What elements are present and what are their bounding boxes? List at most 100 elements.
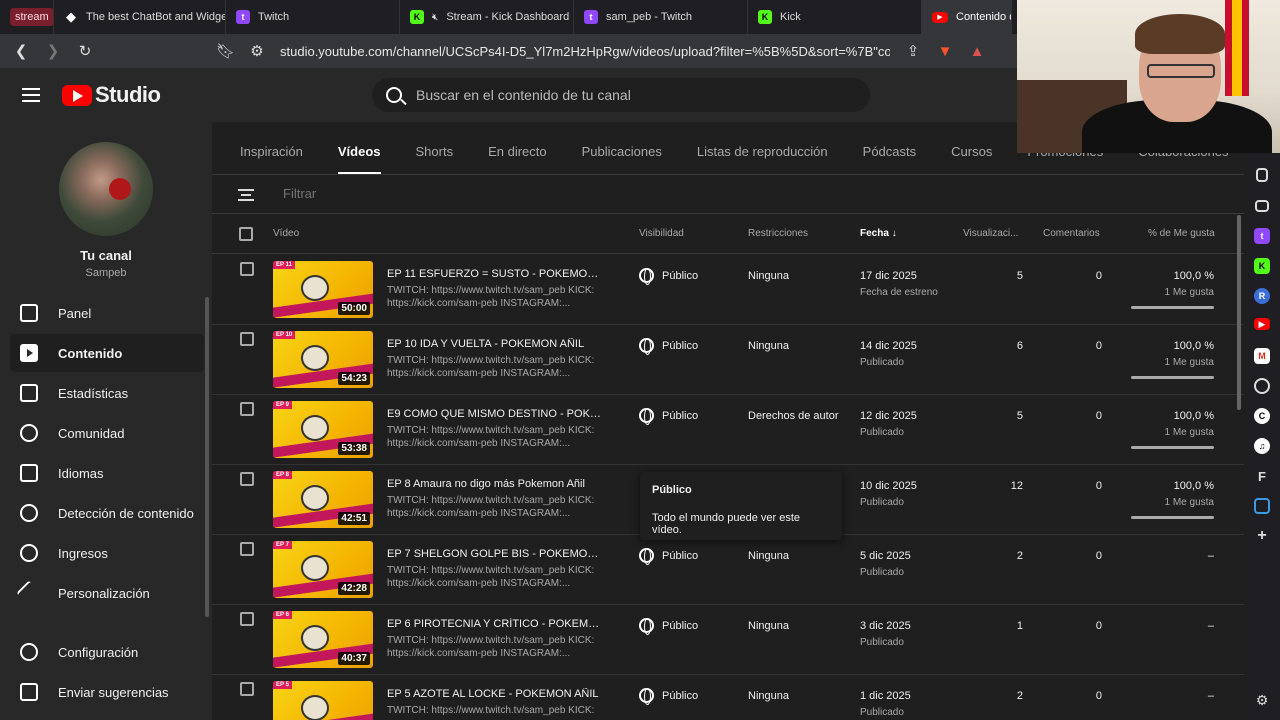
site-settings-icon[interactable]: ⚙︎ xyxy=(248,42,266,60)
main-scrollbar[interactable] xyxy=(1237,215,1241,410)
reload-icon[interactable]: ↻ xyxy=(76,42,94,60)
row-checkbox[interactable] xyxy=(240,612,254,626)
visibility-cell[interactable]: Público xyxy=(639,618,698,635)
visibility-cell[interactable]: Público xyxy=(639,548,698,565)
visibility-cell[interactable]: Público xyxy=(639,688,698,705)
tab-publicaciones[interactable]: Publicaciones xyxy=(582,144,662,159)
url-text[interactable]: studio.youtube.com/channel/UCScPs4I-D5_Y… xyxy=(280,44,890,59)
video-title[interactable]: EP 6 PIROTECNIA Y CRÍTICO - POKEMON A... xyxy=(387,618,602,630)
row-checkbox[interactable] xyxy=(240,262,254,276)
video-title[interactable]: EP 8 Amaura no digo más Pokemon Añil xyxy=(387,478,602,490)
mute-icon[interactable]: 🔇︎ xyxy=(432,12,438,23)
sidebar-item-estadisticas[interactable]: Estadísticas xyxy=(10,374,204,412)
table-row[interactable]: EP 5 EP 5 AZOTE AL LOCKE - POKEMON AÑIL TW… xyxy=(212,675,1244,720)
settings-icon[interactable]: ⚙︎ xyxy=(1254,692,1270,708)
table-row[interactable]: EP 6 40:37 EP 6 PIROTECNIA Y CRÍTICO - POK… xyxy=(212,605,1244,675)
tab-en-directo[interactable]: En directo xyxy=(488,144,547,159)
r-icon[interactable]: R xyxy=(1254,288,1270,304)
video-title[interactable]: EP 7 SHELGON GOLPE BIS - POKEMON AÑIL xyxy=(387,548,602,560)
menu-icon[interactable] xyxy=(22,88,40,102)
video-thumbnail[interactable]: EP 8 42:51 xyxy=(273,471,373,528)
plus-icon[interactable]: + xyxy=(1254,527,1270,544)
row-checkbox[interactable] xyxy=(240,682,254,696)
tab-kick-dashboard[interactable]: K 🔇︎ Stream - Kick Dashboard xyxy=(400,0,574,34)
search-input[interactable] xyxy=(416,87,836,103)
tab-videos[interactable]: Vídeos xyxy=(337,144,381,174)
bookmark-icon[interactable]: 🔖︎ xyxy=(216,42,235,60)
col-restrictions[interactable]: Restricciones xyxy=(748,228,808,239)
col-likes[interactable]: % de Me gusta xyxy=(1148,228,1215,239)
back-icon[interactable]: ❮ xyxy=(12,42,30,60)
video-title[interactable]: EP 11 ESFUERZO = SUSTO - POKEMON AÑIL xyxy=(387,268,602,280)
sidebar-item-ingresos[interactable]: Ingresos xyxy=(10,534,204,572)
video-thumbnail[interactable]: EP 9 53:38 xyxy=(273,401,373,458)
music-icon[interactable]: ♫ xyxy=(1254,438,1270,454)
filter-input[interactable] xyxy=(283,186,459,201)
video-title[interactable]: EP 5 AZOTE AL LOCKE - POKEMON AÑIL xyxy=(387,688,602,700)
sidebar-item-comunidad[interactable]: Comunidad xyxy=(10,414,204,452)
tab-sam-peb-twitch[interactable]: t sam_peb - Twitch xyxy=(574,0,748,34)
f-icon[interactable]: F xyxy=(1254,468,1270,484)
visibility-cell[interactable]: Público xyxy=(639,338,698,355)
col-views[interactable]: Visualizaci... xyxy=(963,228,1018,239)
brave-rewards-icon[interactable]: ▲ xyxy=(968,43,986,60)
video-thumbnail[interactable]: EP 10 54:23 xyxy=(273,331,373,388)
select-all-checkbox[interactable] xyxy=(239,227,253,241)
search-icon[interactable] xyxy=(386,87,402,103)
table-row[interactable]: EP 9 53:38 E9 COMO QUE MISMO DESTINO - POK… xyxy=(212,395,1244,465)
visibility-cell[interactable]: Público xyxy=(639,408,698,425)
tab-cursos[interactable]: Cursos xyxy=(951,144,992,159)
tab-youtube-studio[interactable]: ▶ Contenido d xyxy=(922,0,1012,34)
brave-shield-icon[interactable]: ▼ xyxy=(936,43,954,60)
video-thumbnail[interactable]: EP 6 40:37 xyxy=(273,611,373,668)
tab-kick[interactable]: K Kick xyxy=(748,0,922,34)
sidebar-item-panel[interactable]: Panel xyxy=(10,294,204,332)
forward-icon[interactable]: ❯ xyxy=(44,42,62,60)
channel-avatar[interactable] xyxy=(59,142,153,236)
table-row[interactable]: EP 7 42:28 EP 7 SHELGON GOLPE BIS - POKEMO… xyxy=(212,535,1244,605)
share-icon[interactable]: ⇪ xyxy=(904,42,922,60)
row-checkbox[interactable] xyxy=(240,542,254,556)
sidebar-item-idiomas[interactable]: Idiomas xyxy=(10,454,204,492)
c-icon[interactable]: C xyxy=(1254,408,1270,424)
sidebar-item-configuracion[interactable]: Configuración xyxy=(10,633,204,671)
reading-list-icon[interactable] xyxy=(1256,168,1268,182)
video-title[interactable]: E9 COMO QUE MISMO DESTINO - POKEMO... xyxy=(387,408,602,420)
tab-podcasts[interactable]: Pódcasts xyxy=(863,144,916,159)
notes-icon[interactable] xyxy=(1255,200,1269,212)
twitch-icon[interactable]: t xyxy=(1254,228,1270,244)
tab-twitch[interactable]: t Twitch xyxy=(226,0,400,34)
table-row[interactable]: EP 11 50:00 EP 11 ESFUERZO = SUSTO - POKEM… xyxy=(212,255,1244,325)
studio-logo[interactable]: Studio xyxy=(62,82,161,108)
grid-icon[interactable] xyxy=(1254,498,1270,514)
table-row[interactable]: EP 10 54:23 EP 10 IDA Y VUELTA - POKEMON A… xyxy=(212,325,1244,395)
row-checkbox[interactable] xyxy=(240,472,254,486)
row-checkbox[interactable] xyxy=(240,332,254,346)
tab-stream[interactable]: stream xyxy=(4,0,54,34)
filter-icon[interactable] xyxy=(238,189,254,201)
sidebar-item-sugerencias[interactable]: Enviar sugerencias xyxy=(10,673,204,711)
sidebar-item-contenido[interactable]: Contenido xyxy=(10,334,204,372)
col-visibility[interactable]: Visibilidad xyxy=(639,228,684,239)
col-date[interactable]: Fecha ↓ xyxy=(860,228,897,239)
search-box[interactable] xyxy=(372,78,870,112)
sidebar-item-personalizacion[interactable]: Personalización xyxy=(10,574,204,612)
tab-inspiracion[interactable]: Inspiración xyxy=(240,144,303,159)
tab-chatbot[interactable]: ◆ The best ChatBot and Widgets xyxy=(54,0,226,34)
video-title[interactable]: EP 10 IDA Y VUELTA - POKEMON AÑIL xyxy=(387,338,602,350)
visibility-cell[interactable]: Público xyxy=(639,268,698,285)
video-thumbnail[interactable]: EP 5 xyxy=(273,681,373,720)
sidebar-item-deteccion[interactable]: Detección de contenido xyxy=(10,494,204,532)
channel-title: Tu canal xyxy=(80,248,132,263)
youtube-icon[interactable]: ▶ xyxy=(1254,318,1270,330)
video-thumbnail[interactable]: EP 7 42:28 xyxy=(273,541,373,598)
col-comments[interactable]: Comentarios xyxy=(1043,228,1100,239)
gmail-icon[interactable]: M xyxy=(1254,348,1270,364)
tab-shorts[interactable]: Shorts xyxy=(416,144,454,159)
video-thumbnail[interactable]: EP 11 50:00 xyxy=(273,261,373,318)
row-checkbox[interactable] xyxy=(240,402,254,416)
kick-icon[interactable]: K xyxy=(1254,258,1270,274)
sidebar-scrollbar[interactable] xyxy=(205,297,209,617)
tab-listas[interactable]: Listas de reproducción xyxy=(697,144,828,159)
openai-icon[interactable] xyxy=(1254,378,1270,394)
